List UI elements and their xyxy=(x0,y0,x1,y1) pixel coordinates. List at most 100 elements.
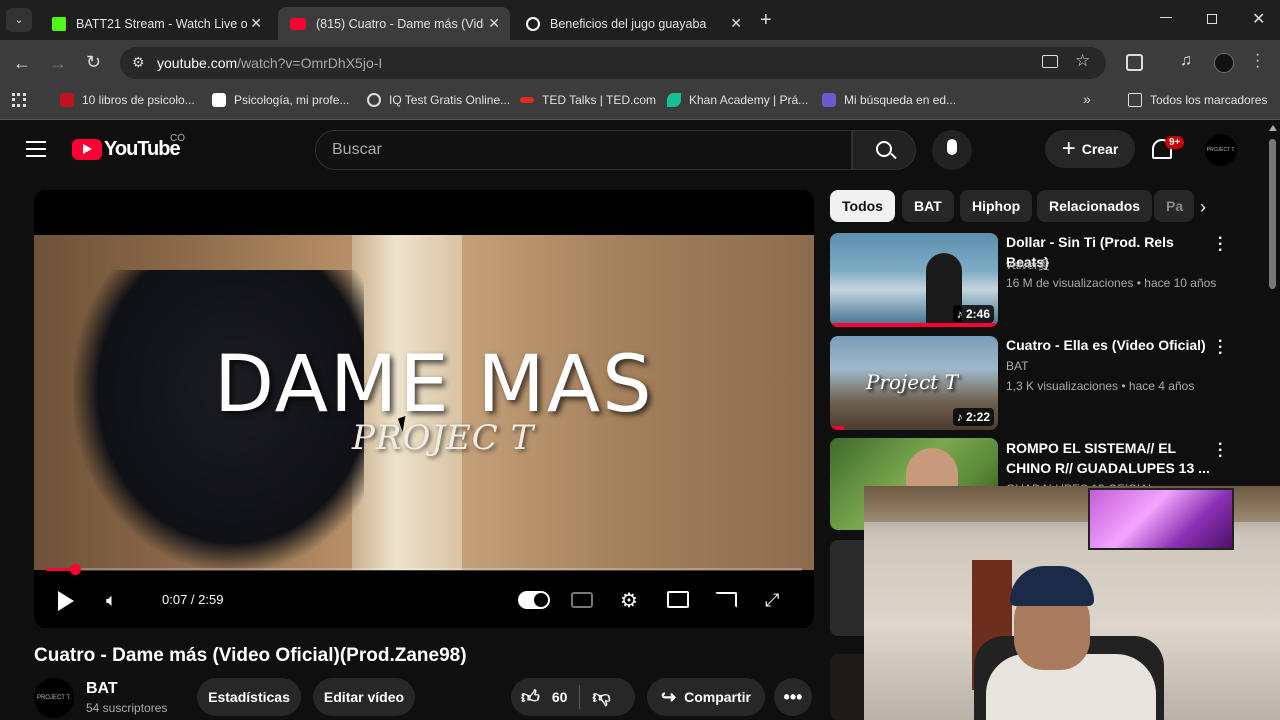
chatgpt-icon xyxy=(526,16,540,31)
hidden-thumbnail-5[interactable] xyxy=(830,654,864,720)
voice-search-button[interactable] xyxy=(932,130,972,170)
more-actions-button[interactable]: ••• xyxy=(774,678,812,716)
folder-icon xyxy=(1128,93,1142,107)
duration: 2:46 xyxy=(965,307,990,321)
time-display: 0:07 / 2:59 xyxy=(162,592,224,607)
tab-search-button[interactable]: ⌄ xyxy=(6,8,32,32)
video-frame: DAME MAS PROJEC T xyxy=(34,235,814,570)
recommended-title[interactable]: Cuatro - Ella es (Video Oficial) xyxy=(1006,335,1211,355)
back-arrow-icon[interactable]: ← xyxy=(13,53,31,74)
bookmark-favicon xyxy=(822,93,836,107)
media-control-icon[interactable]: ♫ xyxy=(1180,52,1192,70)
autoplay-toggle[interactable] xyxy=(518,591,550,609)
folder-label: Todos los marcadores xyxy=(1150,93,1268,107)
minimize-icon[interactable] xyxy=(1160,17,1172,18)
channel-avatar[interactable]: PROJECT T. xyxy=(34,678,74,718)
search-placeholder: Buscar xyxy=(332,141,382,158)
close-tab-icon[interactable]: ✕ xyxy=(488,15,500,32)
close-tab-icon[interactable]: ✕ xyxy=(730,15,742,32)
chip-bat[interactable]: BAT xyxy=(902,190,954,222)
recommended-meta: 1,3 K visualizaciones • hace 4 años xyxy=(1006,379,1195,393)
dislike-button[interactable]: 👎︎ xyxy=(592,686,610,708)
chip-truncated[interactable]: Pa xyxy=(1154,190,1194,222)
address-bar[interactable]: ⚙ youtube.com/watch?v=OmrDhX5jo-I ☆ xyxy=(120,47,1106,79)
close-window-icon[interactable]: ✕ xyxy=(1252,9,1265,29)
like-button[interactable]: 👍︎ 60 xyxy=(521,686,567,708)
tab-youtube-active[interactable]: (815) Cuatro - Dame más (Video ✕ xyxy=(278,7,510,40)
bookmark-item[interactable]: 10 libros de psicolo... xyxy=(60,93,195,107)
share-arrow-icon: ↪ xyxy=(661,686,677,707)
search-input[interactable]: Buscar xyxy=(315,130,852,170)
bookmark-item[interactable]: IQ Test Gratis Online... xyxy=(367,93,510,107)
youtube-logo[interactable]: YouTube xyxy=(72,138,181,161)
share-button[interactable]: ↪ Compartir xyxy=(647,678,765,716)
cast-icon[interactable] xyxy=(715,592,737,608)
more-vert-icon[interactable]: · · · xyxy=(1218,437,1223,465)
fullscreen-icon[interactable]: ⤢ xyxy=(765,590,779,611)
bookmark-star-icon[interactable]: ☆ xyxy=(1075,51,1090,71)
recommended-title[interactable]: ROMPO EL SISTEMA// EL CHINO R// GUADALUP… xyxy=(1006,438,1211,478)
recommended-channel[interactable]: BAT xyxy=(1006,359,1028,373)
restore-icon[interactable] xyxy=(1207,14,1217,24)
video-subtitle-overlay: PROJEC T xyxy=(352,418,535,458)
create-button[interactable]: + Crear xyxy=(1045,130,1135,168)
chip-relacionados[interactable]: Relacionados xyxy=(1037,190,1153,222)
more-bookmarks-chevron-icon[interactable]: » xyxy=(1083,91,1091,107)
watched-progress-bar xyxy=(830,426,844,430)
extensions-puzzle-icon[interactable] xyxy=(1126,54,1143,71)
play-button[interactable] xyxy=(58,591,74,611)
divider xyxy=(579,685,581,709)
bookmark-label: IQ Test Gratis Online... xyxy=(389,93,511,107)
thumbnail-2[interactable]: Project T ♪ 2:22 xyxy=(830,336,998,430)
duration-badge: ♪ 2:22 xyxy=(952,408,994,426)
country-code: CO xyxy=(170,133,185,144)
tab-guayaba[interactable]: Beneficios del jugo guayaba ✕ xyxy=(514,7,752,40)
apps-grid-icon[interactable] xyxy=(12,93,26,107)
chips-next-chevron-icon[interactable]: › xyxy=(1200,197,1206,218)
menu-dots-icon[interactable]: · · · xyxy=(1255,47,1260,75)
close-tab-icon[interactable]: ✕ xyxy=(250,15,262,32)
progress-bar[interactable] xyxy=(46,564,802,575)
video-player[interactable]: DAME MAS PROJEC T 🔈︎ 0:07 / 2:59 ⚙ ⤢ xyxy=(34,190,814,628)
settings-gear-icon[interactable]: ⚙ xyxy=(620,588,638,613)
like-count: 60 xyxy=(551,689,568,705)
tab-kick-stream[interactable]: BATT21 Stream - Watch Live o ✕ xyxy=(40,7,272,40)
theater-mode-icon[interactable] xyxy=(667,591,689,608)
account-avatar[interactable]: PROJECT T. xyxy=(1205,134,1237,166)
volume-icon[interactable]: 🔈︎ xyxy=(106,590,117,611)
new-tab-plus-icon[interactable]: + xyxy=(760,9,772,32)
like-dislike-group: 👍︎ 60 👎︎ xyxy=(511,678,635,716)
recommended-channel[interactable]: valver愛 xyxy=(1006,256,1050,273)
chip-todos[interactable]: Todos xyxy=(830,190,895,222)
reload-icon[interactable]: ↻ xyxy=(86,52,101,73)
bookmark-item[interactable]: Psicología, mi profe... xyxy=(212,93,349,107)
thumbnail-1[interactable]: ♪ 2:46 xyxy=(830,233,998,327)
bookmark-item[interactable]: Mi búsqueda en ed... xyxy=(822,93,956,107)
duration-badge: ♪ 2:46 xyxy=(952,305,994,323)
all-bookmarks-folder[interactable]: Todos los marcadores xyxy=(1128,93,1267,107)
site-info-icon[interactable]: ⚙ xyxy=(132,54,145,71)
music-note-icon: ♪ xyxy=(956,410,963,424)
hamburger-menu-icon[interactable] xyxy=(26,141,46,157)
url-text: youtube.com/watch?v=OmrDhX5jo-I xyxy=(157,55,382,71)
channel-name[interactable]: BAT xyxy=(86,680,118,698)
more-vert-icon[interactable]: · · · xyxy=(1218,231,1223,259)
thumbs-up-icon: 👍︎ xyxy=(521,687,540,707)
hidden-thumbnail-4[interactable] xyxy=(830,540,864,636)
search-button[interactable] xyxy=(852,130,916,170)
profile-avatar[interactable] xyxy=(1214,53,1234,73)
progress-scrubber[interactable] xyxy=(70,564,82,575)
edit-video-button[interactable]: Editar vídeo xyxy=(313,678,415,716)
duration: 2:22 xyxy=(965,410,990,424)
stats-button[interactable]: Estadísticas xyxy=(197,678,301,716)
bookmark-item[interactable]: TED Talks | TED.com xyxy=(520,93,656,107)
more-vert-icon[interactable]: · · · xyxy=(1218,334,1223,362)
bookmark-label: Khan Academy | Prá... xyxy=(689,93,809,107)
install-app-icon[interactable] xyxy=(1042,55,1058,68)
scrollbar-thumb[interactable] xyxy=(1269,139,1276,289)
subtitles-icon[interactable] xyxy=(571,592,593,608)
chip-hiphop[interactable]: Hiphop xyxy=(960,190,1033,222)
bookmark-item[interactable]: Khan Academy | Prá... xyxy=(667,93,808,107)
cap xyxy=(1010,566,1094,606)
forward-arrow-icon[interactable]: → xyxy=(49,53,67,74)
